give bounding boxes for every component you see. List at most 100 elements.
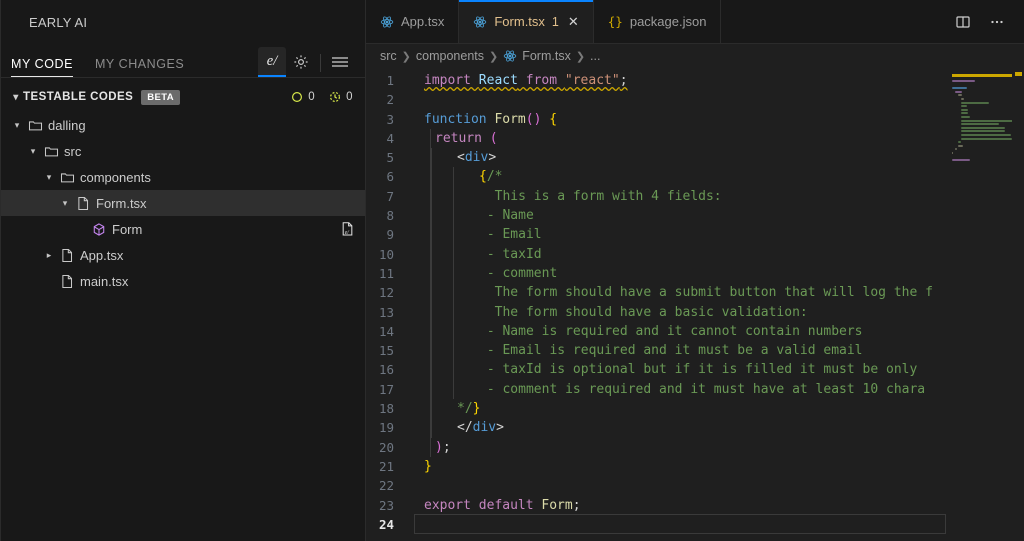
code-line[interactable]: 16 - taxId is optional but if it is fill… — [366, 360, 946, 380]
code-line[interactable]: 6 {/* — [366, 167, 946, 187]
line-number: 3 — [386, 111, 394, 127]
hamburger-menu-icon[interactable] — [325, 49, 355, 75]
minimap-line — [961, 105, 968, 108]
indent-guide — [453, 225, 475, 245]
code-line[interactable]: 9 - Email — [366, 225, 946, 245]
code-line[interactable]: 21} — [366, 457, 946, 476]
tree-item-components[interactable]: ▾ components — [1, 164, 365, 190]
beta-badge: BETA — [141, 89, 180, 105]
code-line[interactable]: 3 function Form() { — [366, 110, 946, 129]
code-line[interactable]: 1 import React from "react"; — [366, 71, 946, 90]
code-line[interactable]: 22 — [366, 476, 946, 495]
code-token: Form — [494, 111, 526, 127]
code-line[interactable]: 2 — [366, 90, 946, 109]
indent-guide — [453, 341, 475, 361]
code-token: ; — [572, 497, 581, 513]
code-line[interactable]: 13 The form should have a basic validati… — [366, 302, 946, 322]
minimap-line — [961, 115, 970, 118]
react-icon — [473, 15, 487, 29]
tree-item-form-tsx[interactable]: ▾ Form.tsx — [1, 190, 365, 216]
code-area: 1 import React from "react"; 2 3 function Fo… — [366, 68, 1024, 541]
code-token: - taxId — [479, 246, 542, 262]
minimap[interactable] — [946, 68, 1024, 541]
code-line[interactable]: 11 - comment — [366, 263, 946, 284]
indent-guide — [430, 437, 431, 457]
code-line[interactable]: 12 The form should have a submit button … — [366, 283, 946, 303]
line-number: 13 — [378, 304, 394, 320]
chevron-down-icon[interactable]: ▾ — [9, 120, 25, 131]
code-token: </ — [457, 420, 473, 436]
tree-item-src[interactable]: ▾ src — [1, 138, 365, 164]
code-line[interactable]: 5 <div> — [366, 148, 946, 168]
indent-guide — [453, 206, 475, 226]
chevron-down-icon[interactable]: ▾ — [57, 198, 73, 209]
code-token: - Name is required and it cannot contain… — [479, 323, 863, 339]
indent-guide — [431, 244, 453, 264]
chevron-right-icon[interactable]: ▸ — [41, 250, 57, 261]
line-content: - Name — [414, 206, 946, 226]
editor-tab-form-tsx[interactable]: Form.tsx 1 ✕ — [459, 0, 594, 43]
minimap-line — [955, 90, 963, 93]
indent-guide — [453, 379, 475, 400]
breadcrumb-item[interactable]: ... — [590, 49, 600, 63]
gear-icon[interactable] — [286, 49, 316, 75]
minimap-line — [952, 151, 953, 154]
code-token: import — [424, 73, 479, 88]
code-line[interactable]: 18 */} — [366, 399, 946, 419]
code-token: return — [435, 130, 490, 146]
code-token: The form should have a basic validation: — [479, 304, 808, 320]
code-line[interactable]: 19 </div> — [366, 418, 946, 438]
split-editor-icon[interactable] — [948, 9, 978, 35]
folder-icon — [25, 118, 45, 133]
line-content: {/* — [414, 167, 946, 187]
editor-tab-badge: 1 — [551, 14, 559, 29]
tree-item-label: dalling — [48, 117, 86, 133]
code-token: { — [479, 169, 487, 185]
line-number: 18 — [378, 401, 394, 417]
tab-my-changes[interactable]: MY CHANGES — [95, 57, 184, 77]
code-line[interactable]: 20); — [366, 437, 946, 457]
tab-my-code[interactable]: MY CODE — [11, 57, 73, 77]
code-line[interactable]: 23 export default Form; — [366, 496, 946, 515]
tree-item-main-tsx[interactable]: main.tsx — [1, 268, 365, 294]
breadcrumb-item[interactable]: src — [380, 49, 397, 63]
code-line[interactable]: 14 - Name is required and it cannot cont… — [366, 321, 946, 342]
code-line[interactable]: 10 - taxId — [366, 244, 946, 264]
code-scroll-region[interactable]: 1 import React from "react"; 2 3 function Fo… — [366, 68, 946, 541]
early-logo-button[interactable]: e/ — [258, 47, 286, 77]
tree-item-app-tsx[interactable]: ▸ App.tsx — [1, 242, 365, 268]
minimap-line — [955, 148, 957, 151]
react-icon — [474, 15, 487, 28]
more-actions-icon[interactable] — [982, 9, 1012, 35]
minimap-line — [961, 123, 999, 126]
tree-item-form[interactable]: Form e/ — [1, 216, 365, 242]
line-number: 11 — [378, 265, 394, 281]
line-number: 6 — [386, 169, 394, 185]
line-number: 16 — [378, 362, 394, 378]
code-line[interactable]: 4 return ( — [366, 128, 946, 149]
code-line[interactable]: 17 - comment is required and it must hav… — [366, 379, 946, 400]
line-number: 7 — [386, 188, 394, 204]
chevron-down-icon[interactable]: ▾ — [25, 146, 41, 157]
code-line[interactable]: 24 — [366, 513, 946, 535]
breadcrumb-item[interactable]: components — [416, 49, 484, 63]
breadcrumb-item[interactable]: Form.tsx — [503, 49, 571, 63]
editor-tab-app-tsx[interactable]: App.tsx — [366, 0, 460, 43]
minimap-line — [961, 108, 969, 111]
sidebar-toolbar: e/ — [258, 47, 355, 77]
indent-guide — [431, 360, 453, 380]
indent-guide — [431, 341, 453, 361]
editor-tab-package-json[interactable]: {} package.json — [593, 0, 722, 43]
generate-test-icon[interactable]: e/ — [340, 221, 355, 237]
folder-icon — [41, 144, 61, 159]
chevron-down-icon[interactable]: ▾ — [41, 172, 57, 183]
code-line[interactable]: 15 - Email is required and it must be a … — [366, 341, 946, 361]
overview-ruler[interactable] — [1012, 68, 1024, 541]
testable-codes-header[interactable]: ▾ TESTABLE CODES BETA 0 0 — [1, 84, 365, 110]
tree-item-dalling[interactable]: ▾ dalling — [1, 112, 365, 138]
code-line[interactable]: 8 - Name — [366, 206, 946, 226]
code-line[interactable]: 7 This is a form with 4 fields: — [366, 186, 946, 207]
folder-icon — [57, 170, 77, 185]
close-icon[interactable]: ✕ — [568, 14, 579, 30]
editor-tab-label: Form.tsx — [494, 14, 545, 29]
